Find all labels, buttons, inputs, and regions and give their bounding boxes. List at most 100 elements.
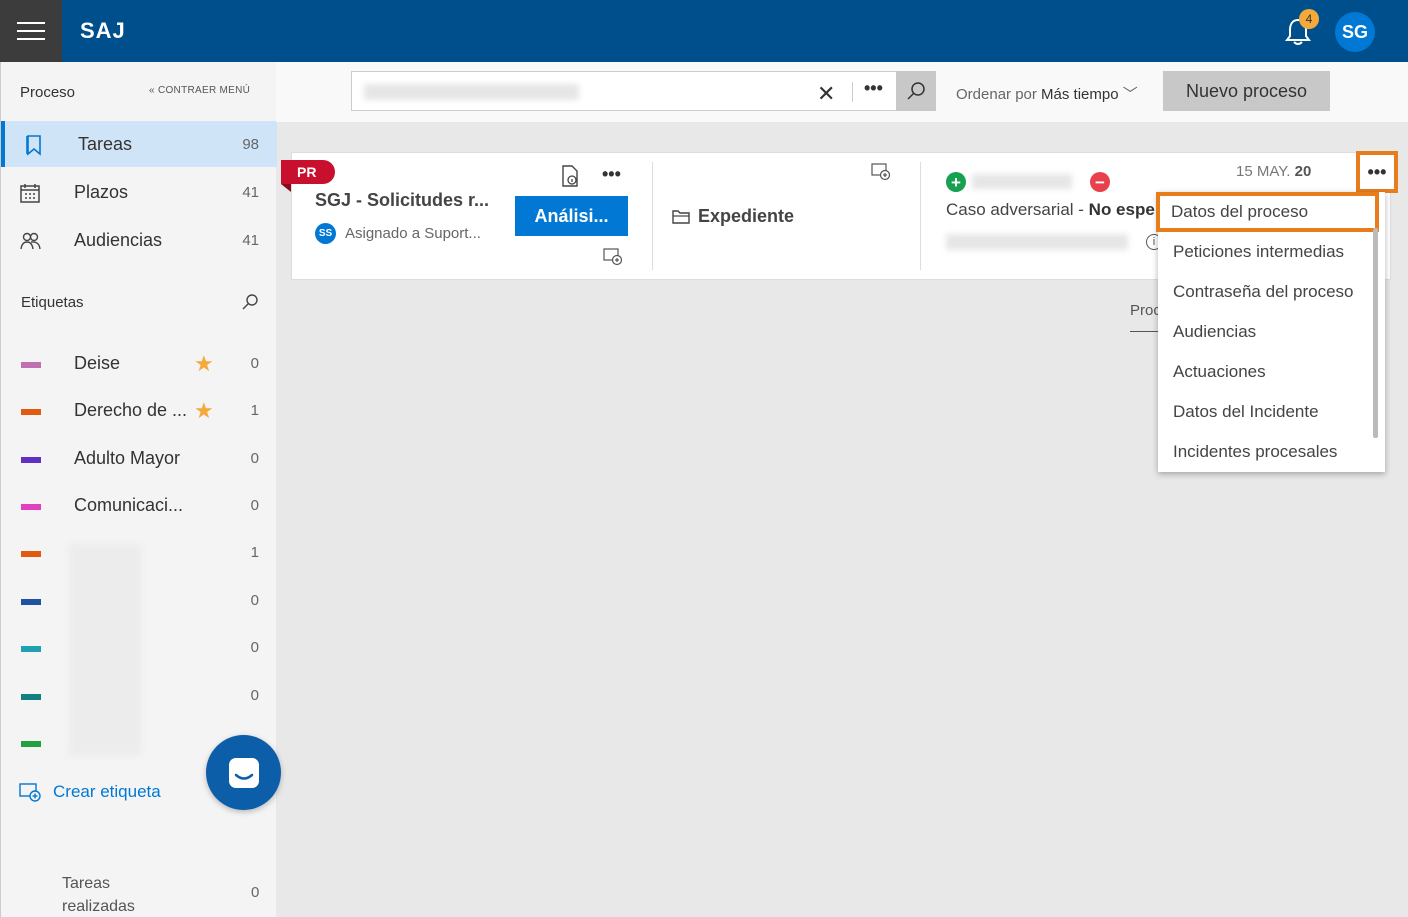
new-process-button[interactable]: Nuevo proceso (1163, 71, 1330, 111)
tag-count: 0 (250, 355, 259, 372)
plus-circle-icon: + (946, 172, 966, 192)
tag-item[interactable]: Adulto Mayor 0 (1, 437, 277, 484)
hamburger-menu-button[interactable] (0, 0, 62, 62)
sidebar-item-label: Audiencias (74, 229, 163, 250)
collapse-menu-label: CONTRAER MENÚ (157, 85, 251, 96)
assignee: SS Asignado a Suport... (315, 223, 481, 244)
sort-prefix: Ordenar por (956, 86, 1037, 103)
tags-title: Etiquetas (21, 294, 84, 311)
tag-color-swatch (21, 457, 41, 463)
analysis-button[interactable]: Análisi... (515, 196, 628, 236)
expediente-label: Expediente (698, 206, 795, 226)
adversarial-value: No espe (1088, 200, 1155, 219)
divider (852, 82, 853, 102)
tag-count: 0 (250, 592, 259, 609)
sidebar-item-count: 41 (242, 231, 259, 249)
menu-item-audiencias[interactable]: Audiencias (1158, 312, 1373, 352)
tag-label: Derecho de ... (74, 400, 188, 420)
tag-color-swatch (21, 694, 41, 700)
sidebar-item-plazos[interactable]: Plazos 41 (1, 169, 277, 215)
done-tasks-label[interactable]: Tareas realizadas (62, 872, 152, 917)
search-input[interactable]: ✕ ••• (351, 71, 936, 111)
divider (652, 162, 653, 270)
menu-item-peticiones-intermedias[interactable]: Peticiones intermedias (1158, 232, 1373, 272)
bookmark-icon (26, 135, 41, 156)
close-icon[interactable]: ✕ (817, 81, 835, 107)
more-options-icon[interactable]: ••• (602, 164, 621, 185)
tag-count: 0 (250, 639, 259, 656)
menu-item-datos-del-incidente[interactable]: Datos del Incidente (1158, 392, 1373, 432)
process-date: 15 MAY. 20 (1236, 163, 1311, 180)
sidebar-item-audiencias[interactable]: Audiencias 41 (1, 217, 277, 263)
redacted-process-number (946, 234, 1128, 250)
process-title[interactable]: SGJ - Solicitudes r... (315, 190, 489, 211)
search-button[interactable] (896, 71, 936, 111)
tag-count: 1 (250, 402, 259, 419)
process-badge: PR (281, 160, 335, 192)
done-tasks-count: 0 (251, 884, 260, 901)
tag-color-swatch (21, 741, 41, 747)
partial-label: Proc (1130, 302, 1161, 319)
add-tag-icon (19, 783, 41, 802)
sort-value: Más tiempo (1041, 86, 1119, 103)
add-tag-icon[interactable] (871, 163, 891, 181)
chat-icon (228, 757, 259, 788)
tag-count: 1 (250, 544, 259, 561)
menu-item-actuaciones[interactable]: Actuaciones (1158, 352, 1373, 392)
divider (1130, 331, 1160, 332)
create-tag-link[interactable]: Crear etiqueta (19, 782, 161, 802)
tag-color-swatch (21, 409, 41, 415)
adversarial-label: Caso adversarial (946, 200, 1074, 219)
create-tag-label: Crear etiqueta (53, 782, 161, 801)
collapse-menu-button[interactable]: « CONTRAER MENÚ (149, 85, 250, 96)
expediente-link[interactable]: Expediente (672, 206, 794, 227)
sidebar-item-count: 41 (242, 183, 259, 201)
tag-item[interactable]: Deise ★ 0 (1, 342, 277, 389)
card-more-options-button[interactable]: ••• (1356, 151, 1398, 193)
menu-scrollbar[interactable] (1373, 228, 1378, 438)
add-tag-icon[interactable] (603, 248, 623, 266)
tag-color-swatch (21, 504, 41, 510)
menu-item-datos-del-proceso[interactable]: Datos del proceso (1156, 192, 1379, 232)
divider (920, 162, 921, 270)
star-icon[interactable]: ★ (194, 351, 214, 377)
sidebar-item-label: Plazos (74, 181, 129, 202)
document-info-icon[interactable] (560, 165, 580, 187)
sidebar-header: Proceso (20, 84, 76, 101)
calendar-icon (20, 184, 40, 203)
adversarial-case: Caso adversarial - No espe (946, 200, 1155, 219)
chat-button[interactable] (206, 735, 281, 810)
date-year: 20 (1294, 163, 1312, 180)
more-options-icon: ••• (1367, 161, 1387, 182)
tag-color-swatch (21, 646, 41, 652)
redacted-tag-labels (69, 544, 141, 756)
tag-count: 0 (250, 497, 259, 514)
menu-item-incidentes-procesales[interactable]: Incidentes procesales (1158, 432, 1373, 472)
process-options-menu: Datos del proceso Peticiones intermedias… (1156, 192, 1385, 472)
user-avatar[interactable]: SG (1335, 12, 1375, 52)
sidebar-item-count: 98 (242, 135, 259, 153)
redacted-party-name (972, 174, 1072, 189)
search-icon (907, 82, 925, 100)
more-options-icon[interactable]: ••• (864, 78, 883, 99)
star-icon[interactable]: ★ (194, 398, 214, 424)
redacted-search-text (364, 84, 579, 100)
tag-count: 0 (250, 687, 259, 704)
assignee-avatar: SS (315, 223, 336, 244)
tag-item[interactable]: Derecho de ... ★ 1 (1, 389, 277, 436)
sidebar-item-tareas[interactable]: Tareas 98 (1, 121, 277, 167)
tag-label: Adulto Mayor (74, 448, 181, 468)
toolbar: ✕ ••• Ordenar por Más tiempo ﹀ Nuevo pro… (276, 62, 1408, 122)
tag-color-swatch (21, 599, 41, 605)
tag-count: 0 (250, 450, 259, 467)
date-day: 15 MAY. (1236, 163, 1291, 180)
search-icon[interactable] (241, 293, 259, 311)
tag-color-swatch (21, 551, 41, 557)
minus-circle-icon: − (1090, 172, 1110, 192)
sort-dropdown[interactable]: Ordenar por Más tiempo ﹀ (956, 83, 1138, 104)
tag-color-swatch (21, 362, 41, 368)
sidebar-item-label: Tareas (78, 133, 133, 154)
folder-icon (672, 210, 690, 224)
menu-item-contrasena-del-proceso[interactable]: Contraseña del proceso (1158, 272, 1373, 312)
tag-item[interactable]: Comunicaci... 0 (1, 484, 277, 531)
